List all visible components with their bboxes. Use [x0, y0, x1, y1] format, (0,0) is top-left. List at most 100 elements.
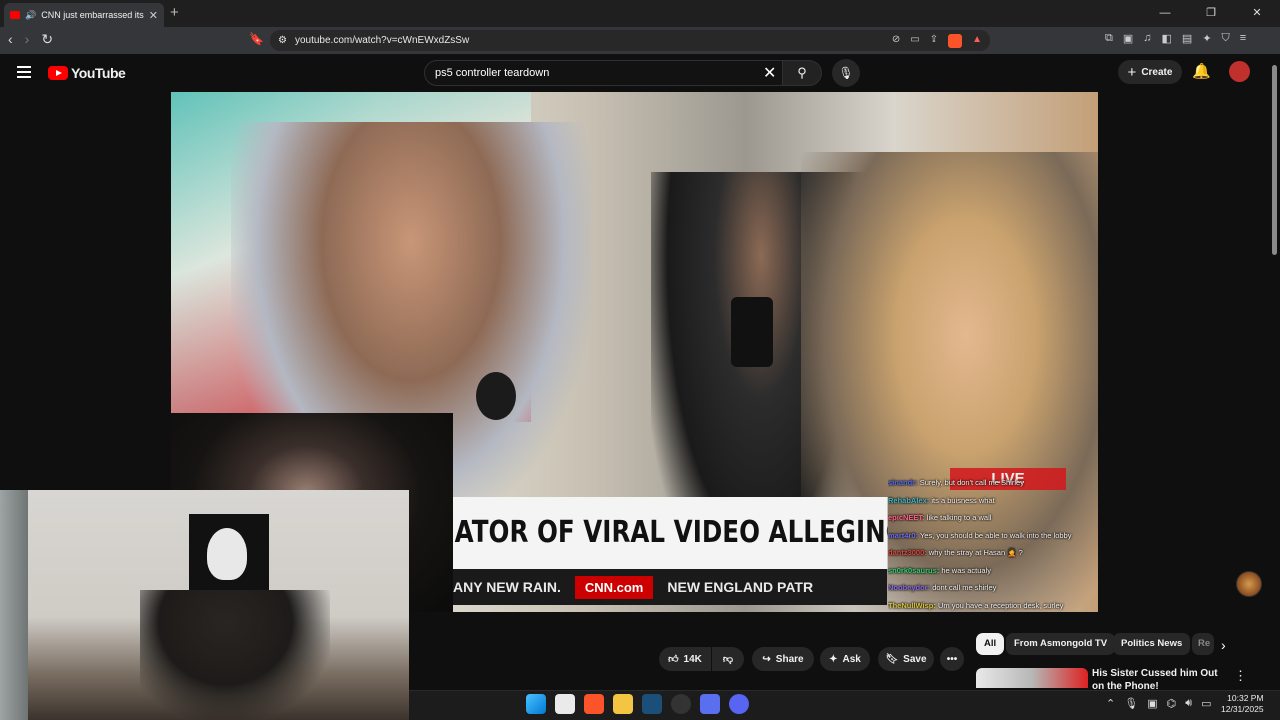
- search-input[interactable]: ps5 controller teardown: [424, 60, 786, 86]
- brave-rewards-icon[interactable]: ▲: [972, 34, 982, 48]
- news-ticker: ANY NEW RAIN. CNN.com NEW ENGLAND PATR: [453, 569, 887, 605]
- recommended-thumbnail[interactable]: [976, 668, 1088, 688]
- start-icon[interactable]: [526, 694, 546, 714]
- battery-icon[interactable]: ▭: [1201, 697, 1211, 710]
- more-actions-button[interactable]: •••: [940, 647, 964, 671]
- chat-text: Yes, you should be able to walk into the…: [919, 530, 1072, 540]
- window-controls: — ❐ ✕: [1142, 0, 1280, 27]
- cast-icon[interactable]: ▭: [910, 34, 919, 48]
- chevron-right-icon[interactable]: ›: [1221, 637, 1226, 653]
- chat-username: sn0rk0saurus:: [888, 565, 940, 575]
- chat-message: epicNEET: like talking to a wall: [888, 509, 1103, 527]
- chat-username: TheNullWisp:: [888, 600, 936, 610]
- chat-text: Um you have a reception desk, surley: [937, 600, 1064, 610]
- tab-close-icon[interactable]: ✕: [149, 9, 158, 22]
- steam-icon[interactable]: [642, 694, 662, 714]
- minimize-button[interactable]: —: [1142, 0, 1188, 27]
- page-scrollbar[interactable]: [1272, 65, 1277, 255]
- ask-button[interactable]: ✦ Ask: [820, 647, 870, 671]
- search-button[interactable]: ⚲: [782, 60, 822, 86]
- like-button[interactable]: 👍︎ 14K: [659, 647, 711, 671]
- tray-chevron-icon[interactable]: ⌃: [1106, 697, 1115, 710]
- screenshot-icon[interactable]: ▣: [1123, 32, 1133, 45]
- notifications-bell-icon[interactable]: 🔔: [1192, 62, 1211, 80]
- share-icon: ↪: [762, 653, 771, 665]
- sidebar-icon[interactable]: ◧: [1162, 32, 1172, 45]
- dislike-button[interactable]: 👎︎: [712, 647, 744, 671]
- chip-politics-news[interactable]: Politics News: [1113, 633, 1191, 655]
- tray-mic-icon[interactable]: 🎙︎: [1124, 697, 1138, 710]
- create-button[interactable]: + Create: [1118, 60, 1182, 84]
- reload-button[interactable]: ↻: [41, 31, 53, 48]
- youtube-logo[interactable]: YouTube: [48, 65, 126, 81]
- create-label: Create: [1141, 66, 1173, 78]
- taskbar-clock[interactable]: 10:32 PM 12/31/2025: [1221, 693, 1264, 715]
- restore-button[interactable]: ❐: [1188, 0, 1234, 27]
- floating-avatar[interactable]: [1236, 571, 1262, 597]
- vpn-icon[interactable]: ⛉: [1222, 32, 1230, 45]
- chat-message: dantz3000: why the stray at Hasan 🤦 ?: [888, 544, 1103, 562]
- file-explorer-icon[interactable]: [613, 694, 633, 714]
- chatgpt-icon[interactable]: [671, 694, 691, 714]
- video-blocked-icon[interactable]: ⊘: [892, 34, 900, 48]
- network-icon[interactable]: ⌬: [1167, 697, 1177, 710]
- browser-tab[interactable]: 🔊 CNN just embarrassed itself.. ✕: [4, 3, 164, 27]
- media-icon[interactable]: ♫: [1143, 32, 1151, 45]
- voice-search-button[interactable]: 🎙: [832, 59, 860, 87]
- ticker-text-right: NEW ENGLAND PATR: [667, 579, 814, 595]
- share-page-icon[interactable]: ⇪: [930, 34, 938, 48]
- taskbar-apps: [526, 694, 749, 714]
- brave-shield-icon[interactable]: [948, 33, 963, 48]
- recommended-menu-icon[interactable]: ⋮: [1234, 668, 1247, 684]
- chat-text: he was actualy: [941, 565, 991, 575]
- new-tab-button[interactable]: +: [170, 4, 179, 21]
- chip-from-asmongold[interactable]: From Asmongold TV: [1006, 633, 1116, 655]
- audio-playing-icon[interactable]: 🔊: [25, 10, 36, 21]
- chip-related[interactable]: Re: [1192, 633, 1214, 655]
- ask-label: Ask: [842, 653, 861, 665]
- webcam-curtain: [0, 490, 28, 720]
- browser-tab-bar: [0, 0, 1280, 27]
- extensions-icon[interactable]: ⧉: [1105, 32, 1113, 45]
- chip-all[interactable]: All: [976, 633, 1005, 655]
- leo-ai-icon[interactable]: ✦: [1202, 32, 1211, 45]
- save-button[interactable]: 🔖︎ Save: [878, 647, 934, 671]
- search-icon: ⚲: [797, 65, 807, 80]
- chat-text: like talking to a wall: [926, 513, 992, 522]
- webcam-person: [140, 590, 330, 720]
- youtube-favicon-icon: [10, 11, 20, 19]
- brave-icon[interactable]: [584, 694, 604, 714]
- volume-icon[interactable]: 🔊︎: [1185, 697, 1192, 710]
- address-bar-icons: ⊘ ▭ ⇪ ▲: [892, 33, 982, 48]
- chat-message: RehabAlex: its a buisness what: [888, 492, 1103, 510]
- site-info-icon[interactable]: ⚙: [278, 35, 287, 46]
- chat-text: its a buisness what: [931, 495, 995, 505]
- account-avatar[interactable]: [1229, 61, 1250, 82]
- chat-overlay: sinandr: Surely, but don't call me Shirl…: [888, 474, 1103, 614]
- ticker-text-left: ANY NEW RAIN.: [453, 579, 561, 595]
- tray-app-icon[interactable]: ▣: [1147, 697, 1157, 710]
- clear-search-icon[interactable]: ✕: [763, 63, 776, 83]
- bookmark-icon[interactable]: 🔖: [249, 32, 264, 46]
- app-icon[interactable]: [555, 694, 575, 714]
- clock-time: 10:32 PM: [1227, 693, 1264, 703]
- chat-username: dantz3000:: [888, 548, 927, 557]
- guide-menu-icon[interactable]: [17, 66, 31, 78]
- logo-text: YouTube: [71, 65, 126, 81]
- address-bar[interactable]: ⚙ youtube.com/watch?v=cWnEWxdZsSw ⊘ ▭ ⇪ …: [270, 30, 990, 51]
- chat-message: TheNullWisp: Um you have a reception des…: [888, 597, 1103, 615]
- wallet-icon[interactable]: ▤: [1182, 32, 1192, 45]
- close-window-button[interactable]: ✕: [1234, 0, 1280, 27]
- app-icon-2[interactable]: [700, 694, 720, 714]
- forward-button[interactable]: ›: [25, 31, 30, 48]
- menu-icon[interactable]: ≡: [1240, 32, 1246, 45]
- chat-message: mart4r0: Yes, you should be able to walk…: [888, 527, 1103, 545]
- microphone-icon: 🎙: [838, 66, 854, 80]
- chat-text: Surely, but don't call me Shirley: [919, 478, 1024, 487]
- share-button[interactable]: ↪ Share: [752, 647, 814, 671]
- discord-icon[interactable]: [729, 694, 749, 714]
- url-text[interactable]: youtube.com/watch?v=cWnEWxdZsSw: [295, 35, 469, 46]
- back-button[interactable]: ‹: [8, 31, 13, 48]
- bookmark-save-icon: 🔖︎: [885, 653, 899, 665]
- user-webcam: [0, 490, 409, 720]
